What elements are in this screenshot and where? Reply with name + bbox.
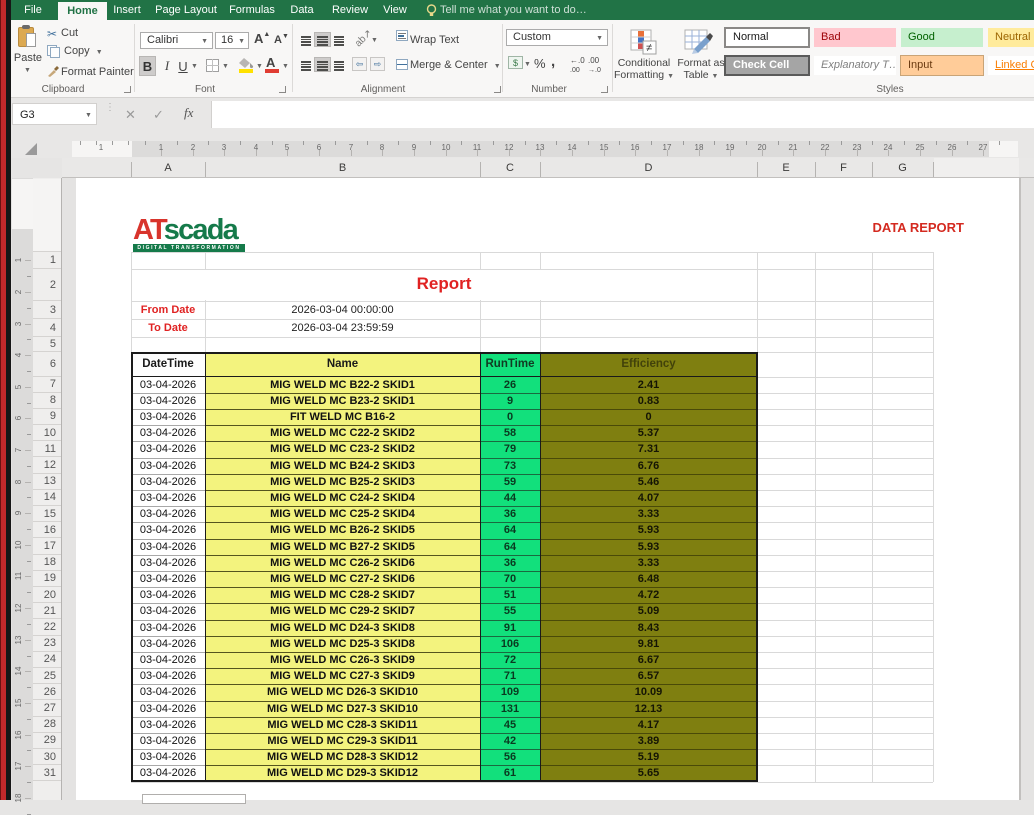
svg-text:≠: ≠ — [646, 42, 652, 54]
